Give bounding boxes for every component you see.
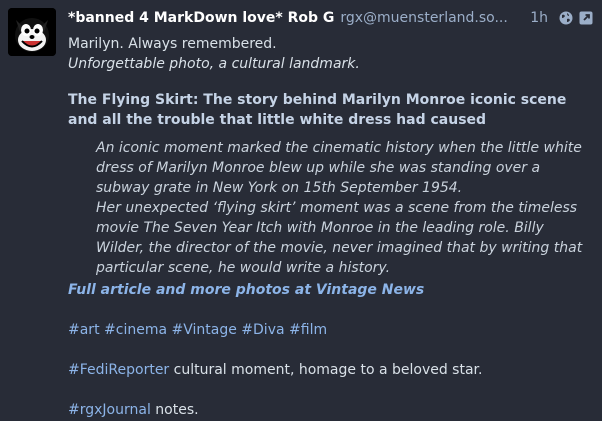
hashtag-link[interactable]: #Vintage bbox=[172, 322, 237, 338]
hashtag-link[interactable]: #film bbox=[289, 322, 327, 338]
relative-time[interactable]: 1h bbox=[530, 8, 548, 28]
fedi-text: cultural moment, homage to a beloved sta… bbox=[169, 362, 483, 378]
display-name[interactable]: *banned 4 MarkDown love* Rob G bbox=[68, 8, 334, 28]
status-content: Marilyn. Always remembered. Unforgettabl… bbox=[68, 34, 592, 420]
fedi-reporter-line: #FediReporter cultural moment, homage to… bbox=[68, 360, 592, 380]
hashtag-link[interactable]: #cinema bbox=[104, 322, 167, 338]
post-line-italic: Unforgettable photo, a cultural landmark… bbox=[68, 56, 360, 72]
globe-icon bbox=[558, 10, 574, 26]
journal-line: #rgxJournal notes. bbox=[68, 400, 592, 420]
article-link[interactable]: Full article and more photos at Vintage … bbox=[68, 280, 592, 300]
article-quote: An iconic moment marked the cinematic hi… bbox=[96, 138, 592, 278]
felix-cat-avatar-image bbox=[8, 8, 56, 56]
avatar[interactable] bbox=[8, 8, 56, 56]
hashtag-list: #art #cinema #Vintage #Diva #film bbox=[68, 320, 592, 340]
hashtag-link[interactable]: #Diva bbox=[241, 322, 284, 338]
expand-icon[interactable] bbox=[578, 10, 594, 26]
quote-paragraph: Her unexpected ‘flying skirt’ moment was… bbox=[96, 200, 583, 276]
hashtag-link[interactable]: #FediReporter bbox=[68, 362, 169, 378]
status-header: *banned 4 MarkDown love* Rob G rgx@muens… bbox=[68, 8, 594, 28]
hashtag-link[interactable]: #art bbox=[68, 322, 100, 338]
article-heading: The Flying Skirt: The story behind Maril… bbox=[68, 92, 567, 128]
hashtag-link[interactable]: #rgxJournal bbox=[68, 402, 151, 418]
quote-paragraph: An iconic moment marked the cinematic hi… bbox=[96, 140, 582, 196]
account-handle[interactable]: rgx@muensterland.so... bbox=[340, 8, 507, 28]
journal-text: notes. bbox=[150, 402, 199, 418]
post-line: Marilyn. Always remembered. bbox=[68, 36, 277, 52]
